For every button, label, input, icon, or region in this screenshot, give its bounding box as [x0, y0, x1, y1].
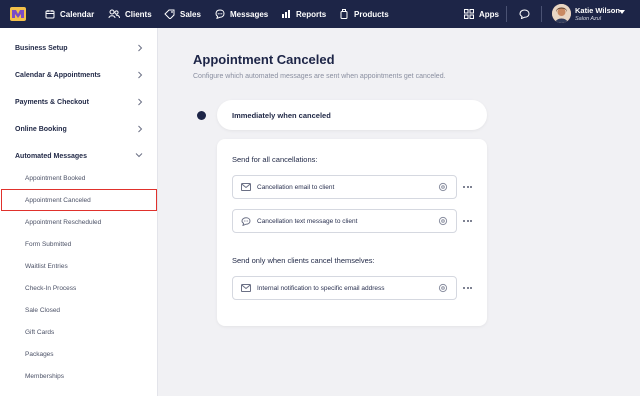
- apps-grid-icon: [464, 9, 474, 19]
- nav-apps[interactable]: Apps: [464, 0, 499, 28]
- sidebar-item-packages[interactable]: Packages: [0, 343, 158, 365]
- nav-calendar[interactable]: Calendar: [45, 0, 94, 28]
- nav-products-label: Products: [354, 9, 389, 19]
- nav-messages-label: Messages: [230, 9, 269, 19]
- chevron-right-icon: [138, 125, 143, 133]
- sidebar-item-label: Gift Cards: [25, 328, 55, 336]
- sidebar-item-memberships[interactable]: Memberships: [0, 365, 158, 387]
- message-label: Cancellation email to client: [257, 183, 335, 191]
- section-label-self-cancel: Send only when clients cancel themselves…: [232, 256, 375, 265]
- message-row-cancellation-text[interactable]: Cancellation text message to client: [232, 209, 457, 233]
- user-name[interactable]: Katie Wilson: [575, 6, 620, 15]
- sidebar-group-online-booking[interactable]: Online Booking: [0, 116, 158, 142]
- chevron-right-icon: [138, 44, 143, 52]
- avatar-image: [552, 4, 571, 23]
- sms-icon: [241, 216, 251, 226]
- sidebar-item-appointment-booked[interactable]: Appointment Booked: [0, 167, 158, 189]
- sidebar-group-calendar-appointments[interactable]: Calendar & Appointments: [0, 62, 158, 88]
- sidebar-item-label: Waitlist Entries: [25, 262, 68, 270]
- nav-products[interactable]: Products: [339, 0, 389, 28]
- nav-calendar-label: Calendar: [60, 9, 95, 19]
- sidebar-group-automated-messages[interactable]: Automated Messages: [0, 143, 158, 169]
- sidebar-item-label: Memberships: [25, 372, 65, 380]
- nav-apps-label: Apps: [479, 9, 499, 19]
- chat-button[interactable]: [519, 0, 530, 28]
- nav-reports[interactable]: Reports: [281, 0, 326, 28]
- message-row-internal-notification[interactable]: Internal notification to specific email …: [232, 276, 457, 300]
- timeline-dot: [197, 111, 206, 120]
- section-label-all-cancellations: Send for all cancellations:: [232, 155, 318, 164]
- nav-reports-label: Reports: [296, 9, 327, 19]
- sidebar-item-form-submitted[interactable]: Form Submitted: [0, 233, 158, 255]
- products-icon: [340, 9, 348, 19]
- gear-icon[interactable]: [438, 216, 448, 226]
- gear-icon[interactable]: [438, 283, 448, 293]
- trigger-label: Immediately when canceled: [232, 110, 331, 120]
- more-options-icon[interactable]: [463, 287, 472, 289]
- chat-bubble-icon: [519, 9, 530, 19]
- sidebar-item-label: Form Submitted: [25, 240, 72, 248]
- reports-icon: [282, 10, 290, 18]
- sidebar-item-appointment-canceled[interactable]: Appointment Canceled: [1, 189, 157, 211]
- sidebar-group-label: Calendar & Appointments: [15, 71, 101, 79]
- sidebar-item-label: Appointment Canceled: [25, 196, 91, 204]
- message-row-cancellation-email[interactable]: Cancellation email to client: [232, 175, 457, 199]
- nav-clients[interactable]: Clients: [108, 0, 152, 28]
- nav-sales-label: Sales: [180, 9, 201, 19]
- nav-messages[interactable]: Messages: [215, 0, 268, 28]
- nav-clients-label: Clients: [125, 9, 152, 19]
- sidebar-item-sale-closed[interactable]: Sale Closed: [0, 299, 158, 321]
- calendar-icon: [45, 10, 55, 19]
- nav-divider: [541, 6, 542, 22]
- sidebar-item-gift-cards[interactable]: Gift Cards: [0, 321, 158, 343]
- clients-icon: [108, 9, 120, 19]
- sidebar-group-label: Online Booking: [15, 125, 67, 133]
- chevron-right-icon: [138, 98, 143, 106]
- trigger-card: Immediately when canceled: [217, 100, 487, 130]
- nav-divider: [506, 6, 507, 22]
- chevron-down-icon: [135, 153, 143, 158]
- more-options-icon[interactable]: [463, 186, 472, 188]
- sidebar-group-label: Automated Messages: [15, 152, 87, 160]
- messages-icon: [215, 9, 225, 19]
- sidebar-group-payments-checkout[interactable]: Payments & Checkout: [0, 89, 158, 115]
- message-label: Cancellation text message to client: [257, 217, 358, 225]
- sidebar-item-appointment-rescheduled[interactable]: Appointment Rescheduled: [0, 211, 158, 233]
- user-avatar[interactable]: [552, 4, 571, 23]
- business-name: Salon Azul: [575, 16, 602, 22]
- sidebar-item-label: Sale Closed: [25, 306, 61, 314]
- email-icon: [241, 183, 251, 191]
- sidebar-item-label: Appointment Booked: [25, 174, 86, 182]
- sidebar-group-label: Payments & Checkout: [15, 98, 89, 106]
- page-title: Appointment Canceled: [193, 52, 335, 67]
- top-navigation-bar: Calendar Clients Sales Messages Reports …: [0, 0, 640, 28]
- gear-icon[interactable]: [438, 182, 448, 192]
- email-icon: [241, 284, 251, 292]
- sidebar-item-waitlist-entries[interactable]: Waitlist Entries: [0, 255, 158, 277]
- sales-tag-icon: [164, 9, 175, 19]
- settings-sidebar: Business Setup Calendar & Appointments P…: [0, 28, 158, 396]
- user-menu-chevron-down-icon[interactable]: [619, 10, 625, 14]
- sidebar-item-label: Packages: [25, 350, 54, 358]
- sidebar-item-label: Appointment Rescheduled: [25, 218, 102, 226]
- brand-logo-icon[interactable]: [10, 7, 26, 21]
- more-options-icon[interactable]: [463, 220, 472, 222]
- sidebar-item-check-in-process[interactable]: Check-In Process: [0, 277, 158, 299]
- page-description: Configure which automated messages are s…: [193, 73, 446, 80]
- nav-sales[interactable]: Sales: [164, 0, 201, 28]
- message-label: Internal notification to specific email …: [257, 284, 385, 292]
- sidebar-group-label: Business Setup: [15, 44, 68, 52]
- sidebar-group-business-setup[interactable]: Business Setup: [0, 35, 158, 61]
- chevron-right-icon: [138, 71, 143, 79]
- sidebar-item-label: Check-In Process: [25, 284, 77, 292]
